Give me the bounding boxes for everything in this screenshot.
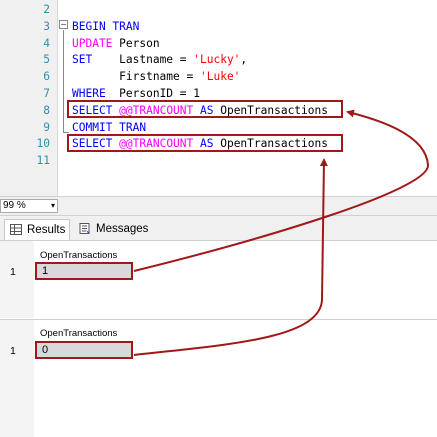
line-number: 4 [43, 36, 50, 50]
code-text: SELECT @@TRANCOUNT AS OpenTransactions [72, 103, 328, 119]
code-token: AS [193, 103, 214, 117]
code-token: 'Luke' [193, 70, 241, 84]
zoom-select[interactable]: 99 % ▾ [0, 199, 58, 213]
code-token: PersonID [105, 87, 180, 100]
code-line[interactable]: 11 [0, 153, 437, 169]
line-number: 8 [43, 103, 50, 117]
column-header[interactable]: OpenTransactions [40, 328, 117, 339]
code-token: BEGIN TRAN [72, 19, 140, 33]
query-editor[interactable]: 2 3 BEGIN TRAN 4 UPDATE Person 5 SET Lastname … [0, 0, 437, 196]
code-token: = [179, 53, 187, 67]
tab-results-label: Results [27, 224, 66, 236]
code-token: SELECT [72, 137, 113, 151]
result-grid-2: OpenTransactions 1 0 [0, 319, 437, 437]
code-text: BEGIN TRAN [72, 19, 139, 35]
code-line[interactable]: 5 SET Lastname = 'Lucky', [0, 52, 437, 68]
line-number: 6 [43, 70, 50, 84]
code-token: Person [112, 36, 160, 50]
code-token: SET [72, 53, 93, 67]
code-token: = [179, 87, 187, 100]
code-token: @@TRANCOUNT [119, 137, 194, 151]
fold-guide-end [63, 132, 69, 133]
code-token: 1 [186, 87, 201, 100]
highlight-box-cell-1 [35, 262, 133, 280]
code-token: 'Lucky' [186, 53, 241, 67]
row-header-column [0, 320, 34, 437]
code-text: COMMIT TRAN [72, 120, 146, 136]
code-token: , [240, 53, 248, 67]
line-number: 7 [43, 87, 50, 100]
results-tab-strip: Results Messages [0, 216, 437, 240]
code-line[interactable]: 10 SELECT @@TRANCOUNT AS OpenTransactions [0, 136, 437, 152]
line-number: 10 [36, 137, 50, 151]
row-header-column [0, 241, 34, 318]
column-header[interactable]: OpenTransactions [40, 250, 117, 261]
code-text: WHERE PersonID = 1 [72, 86, 200, 102]
line-number: 2 [43, 3, 50, 16]
row-number: 1 [10, 345, 16, 357]
code-token: AS [193, 137, 214, 151]
code-line[interactable]: 8 SELECT @@TRANCOUNT AS OpenTransactions [0, 103, 437, 119]
code-line[interactable]: 6 Firstname = 'Luke' [0, 69, 437, 85]
line-number: 9 [43, 120, 50, 134]
tab-messages-label: Messages [96, 223, 149, 235]
messages-icon [79, 223, 90, 234]
code-line[interactable]: 9 COMMIT TRAN [0, 120, 437, 136]
code-line[interactable]: 4 UPDATE Person [0, 36, 437, 52]
fold-guide [63, 30, 64, 132]
code-token: Lastname [92, 53, 180, 67]
code-token: Firstname [72, 70, 187, 84]
code-token: OpenTransactions [213, 137, 328, 151]
line-number: 11 [36, 154, 50, 168]
line-number: 3 [43, 19, 50, 33]
row-number: 1 [10, 266, 16, 278]
code-line[interactable]: 7 WHERE PersonID = 1 [0, 86, 437, 102]
code-text: UPDATE Person [72, 36, 160, 52]
zoom-bar: 99 % ▾ [0, 196, 437, 216]
code-token: @@TRANCOUNT [119, 103, 194, 117]
grid-icon [10, 224, 22, 235]
result-grid-1: OpenTransactions 1 1 [0, 240, 437, 319]
chevron-down-icon: ▾ [50, 201, 55, 210]
code-text: Firstname = 'Luke' [72, 69, 240, 85]
code-text: SELECT @@TRANCOUNT AS OpenTransactions [72, 136, 328, 152]
code-token: WHERE [72, 87, 106, 100]
tab-messages[interactable]: Messages [74, 219, 154, 240]
zoom-value: 99 % [3, 200, 26, 211]
code-token: UPDATE [72, 36, 113, 50]
code-token: SELECT [72, 103, 113, 117]
code-token: OpenTransactions [213, 103, 328, 117]
collapse-toggle-icon[interactable]: − [59, 20, 68, 29]
code-token: COMMIT TRAN [72, 120, 147, 134]
code-text: SET Lastname = 'Lucky', [72, 52, 247, 68]
line-number: 5 [43, 53, 50, 67]
highlight-box-cell-2 [35, 341, 133, 359]
code-line[interactable]: 2 [0, 2, 437, 18]
tab-results[interactable]: Results [4, 219, 70, 240]
